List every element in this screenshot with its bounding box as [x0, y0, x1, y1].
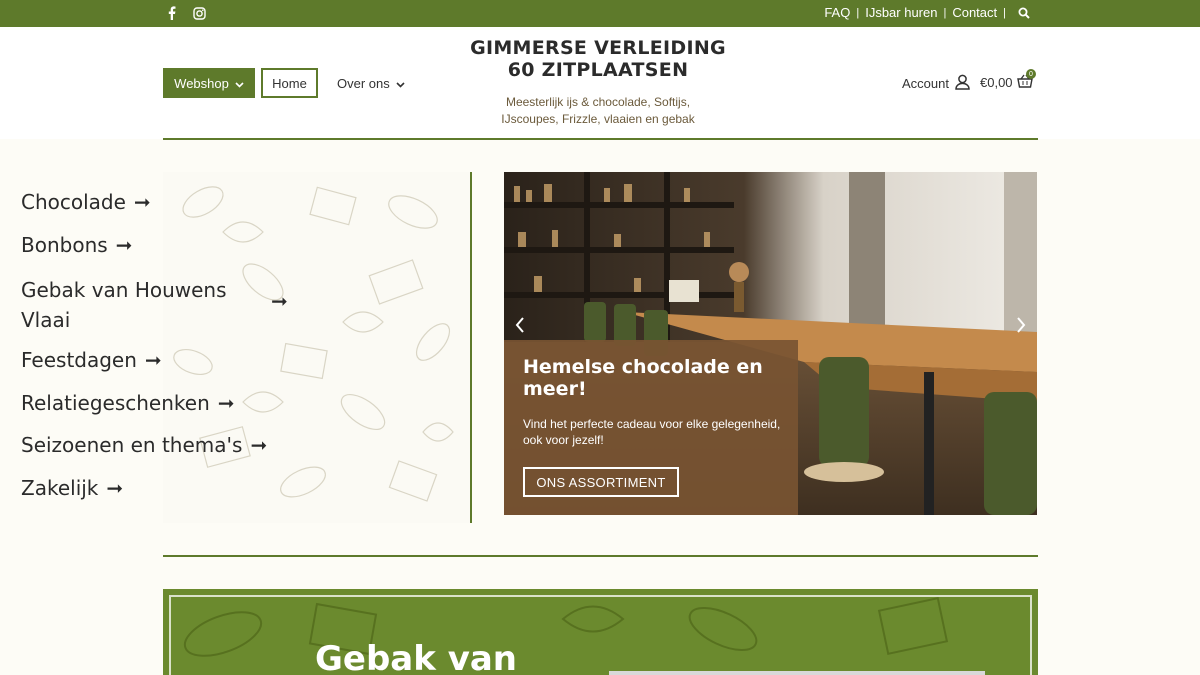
category-relatiegeschenken[interactable]: Relatiegeschenken ➞ — [21, 391, 235, 415]
arrow-right-icon: ➞ — [106, 476, 124, 500]
over-ons-label: Over ons — [337, 75, 390, 91]
category-label-line1: Gebak van Houwens — [21, 278, 227, 302]
tagline: Meesterlijk ijs & chocolade, Softijs, IJ… — [470, 94, 726, 128]
account-link[interactable]: Account — [902, 74, 970, 93]
promo-frame — [169, 595, 1032, 675]
category-label: Relatiegeschenken — [21, 391, 210, 415]
site-title-line2: 60 ZITPLAATSEN — [507, 59, 689, 81]
webshop-label: Webshop — [174, 75, 229, 91]
over-ons-menu[interactable]: Over ons — [337, 68, 405, 98]
category-zakelijk[interactable]: Zakelijk ➞ — [21, 476, 123, 500]
promo-section: Gebak van — [163, 589, 1038, 675]
chevron-down-icon — [235, 76, 244, 91]
chevron-down-icon — [396, 76, 405, 91]
category-label: Zakelijk — [21, 476, 99, 500]
slide-title: Hemelse chocolade en meer! — [523, 356, 763, 400]
hero-slider[interactable]: Hemelse chocolade en meer! Vind het perf… — [504, 172, 1037, 515]
slide-text: Vind het perfecte cadeau voor elke geleg… — [523, 417, 781, 447]
arrow-right-icon: ➞ — [133, 190, 151, 214]
category-label: Seizoenen en thema's — [21, 433, 243, 457]
site-header: Webshop Home Over ons GIMMERSE VERLEIDIN… — [0, 27, 1200, 139]
cart-count-badge: 0 — [1026, 69, 1036, 79]
arrow-right-icon: ➞ — [144, 348, 162, 372]
separator: | — [1003, 6, 1006, 19]
top-bar: FAQ | IJsbar huren | Contact | — [0, 0, 1200, 27]
category-label: Feestdagen — [21, 348, 137, 372]
cart-link[interactable]: €0,00 0 — [980, 69, 1036, 91]
category-feestdagen[interactable]: Feestdagen ➞ — [21, 348, 162, 372]
arrow-right-icon: ➞ — [250, 433, 268, 457]
separator: | — [943, 6, 947, 19]
home-button[interactable]: Home — [261, 68, 318, 98]
ijsbar-huren-link[interactable]: IJsbar huren — [865, 5, 937, 20]
separator: | — [856, 6, 860, 19]
arrow-right-icon: ➞ — [115, 233, 133, 257]
user-icon — [955, 74, 970, 93]
category-label: Bonbons — [21, 233, 108, 257]
search-icon[interactable] — [1018, 6, 1032, 20]
category-chocolade[interactable]: Chocolade ➞ — [21, 190, 151, 214]
site-title-line1: GIMMERSE VERLEIDING — [470, 37, 726, 59]
facebook-icon[interactable] — [163, 5, 179, 21]
category-label: Chocolade — [21, 190, 126, 214]
category-label-line2: Vlaai — [21, 308, 71, 332]
slide-caption: Hemelse chocolade en meer! Vind het perf… — [504, 340, 798, 515]
top-links: FAQ | IJsbar huren | Contact | — [824, 5, 1032, 20]
section-divider — [163, 555, 1038, 557]
promo-image-placeholder — [609, 671, 985, 675]
header-divider — [163, 138, 1038, 140]
tagline-line1: Meesterlijk ijs & chocolade, Softijs, — [505, 95, 691, 109]
account-label: Account — [902, 76, 949, 91]
slider-prev-button[interactable] — [510, 315, 530, 335]
category-gebak-van-houwens-vlaai[interactable]: Gebak van Houwens Vlaai ➞ — [21, 275, 288, 335]
arrow-right-icon: ➞ — [271, 289, 288, 313]
category-bonbons[interactable]: Bonbons ➞ — [21, 233, 132, 257]
webshop-menu-button[interactable]: Webshop — [163, 68, 255, 98]
instagram-icon[interactable] — [191, 5, 207, 21]
promo-title: Gebak van — [315, 639, 518, 675]
faq-link[interactable]: FAQ — [824, 5, 850, 20]
tagline-line2: IJscoupes, Frizzle, vlaaien en gebak — [501, 112, 695, 126]
ons-assortiment-button[interactable]: ONS ASSORTIMENT — [523, 467, 679, 497]
cart-total: €0,00 — [980, 75, 1013, 90]
arrow-right-icon: ➞ — [217, 391, 235, 415]
category-divider — [470, 172, 472, 523]
category-label: Gebak van Houwens Vlaai — [21, 275, 263, 335]
category-seizoenen-en-themas[interactable]: Seizoenen en thema's ➞ — [21, 433, 267, 457]
social-links — [163, 5, 207, 21]
slider-next-button[interactable] — [1011, 315, 1031, 335]
site-title[interactable]: GIMMERSE VERLEIDING 60 ZITPLAATSEN — [440, 37, 756, 81]
cocoa-pattern-background — [173, 186, 454, 502]
contact-link[interactable]: Contact — [952, 5, 997, 20]
category-panel — [163, 172, 471, 523]
